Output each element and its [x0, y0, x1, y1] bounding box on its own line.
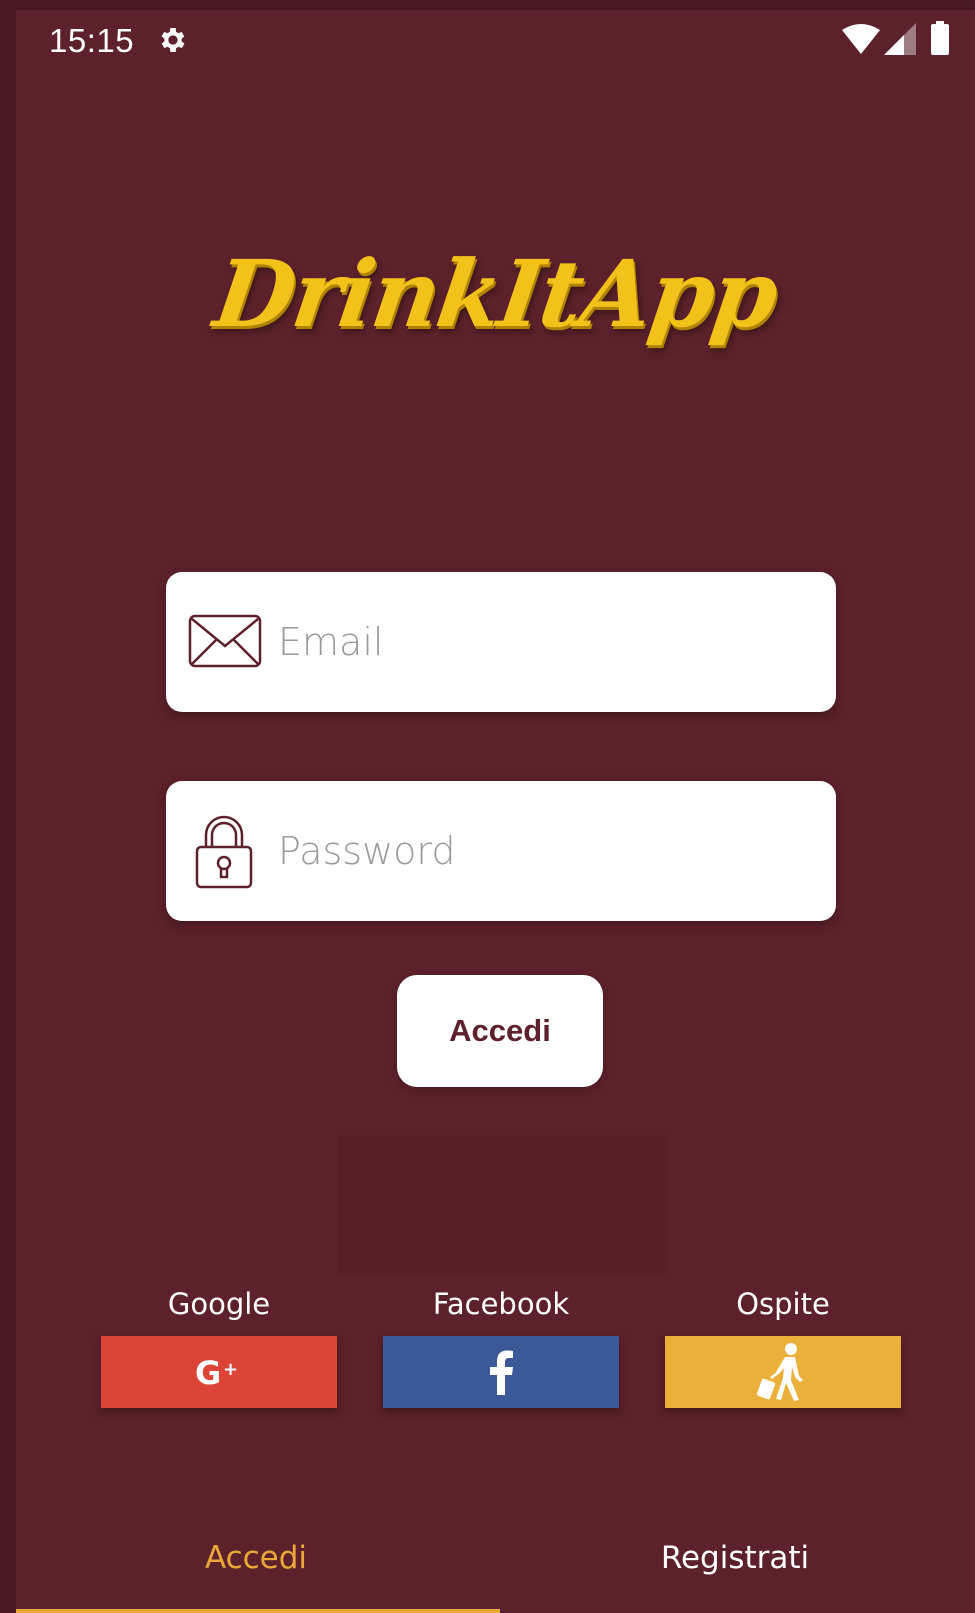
tab-registrati[interactable]: Registrati — [495, 1540, 975, 1576]
guest-label: Ospite — [736, 1287, 830, 1321]
envelope-icon — [188, 614, 262, 673]
google-login-button[interactable]: G + — [101, 1336, 337, 1408]
password-input[interactable] — [278, 819, 798, 883]
facebook-login-button[interactable] — [383, 1336, 619, 1408]
login-screen: 15:15 DrinkItApp Email Accedi Google Fac… — [16, 10, 975, 1613]
tab-accedi[interactable]: Accedi — [16, 1540, 496, 1576]
email-field[interactable] — [166, 572, 836, 712]
login-button[interactable]: Accedi — [397, 975, 603, 1087]
svg-text:+: + — [223, 1359, 238, 1380]
lock-icon — [194, 815, 254, 894]
wifi-icon — [842, 24, 880, 59]
status-bar: 15:15 — [16, 10, 975, 70]
battery-icon — [930, 21, 950, 60]
cell-signal-icon — [884, 23, 916, 60]
google-label: Google — [167, 1287, 271, 1321]
gear-icon — [157, 24, 189, 61]
app-logo: DrinkItApp — [208, 240, 783, 348]
svg-text:G: G — [195, 1355, 221, 1389]
empty-placeholder-area — [338, 1135, 668, 1275]
guest-login-button[interactable] — [665, 1336, 901, 1408]
email-input[interactable] — [278, 610, 798, 674]
status-time: 15:15 — [49, 22, 135, 59]
tab-selected-indicator — [16, 1609, 500, 1613]
password-field[interactable] — [166, 781, 836, 921]
facebook-label: Facebook — [432, 1287, 570, 1321]
